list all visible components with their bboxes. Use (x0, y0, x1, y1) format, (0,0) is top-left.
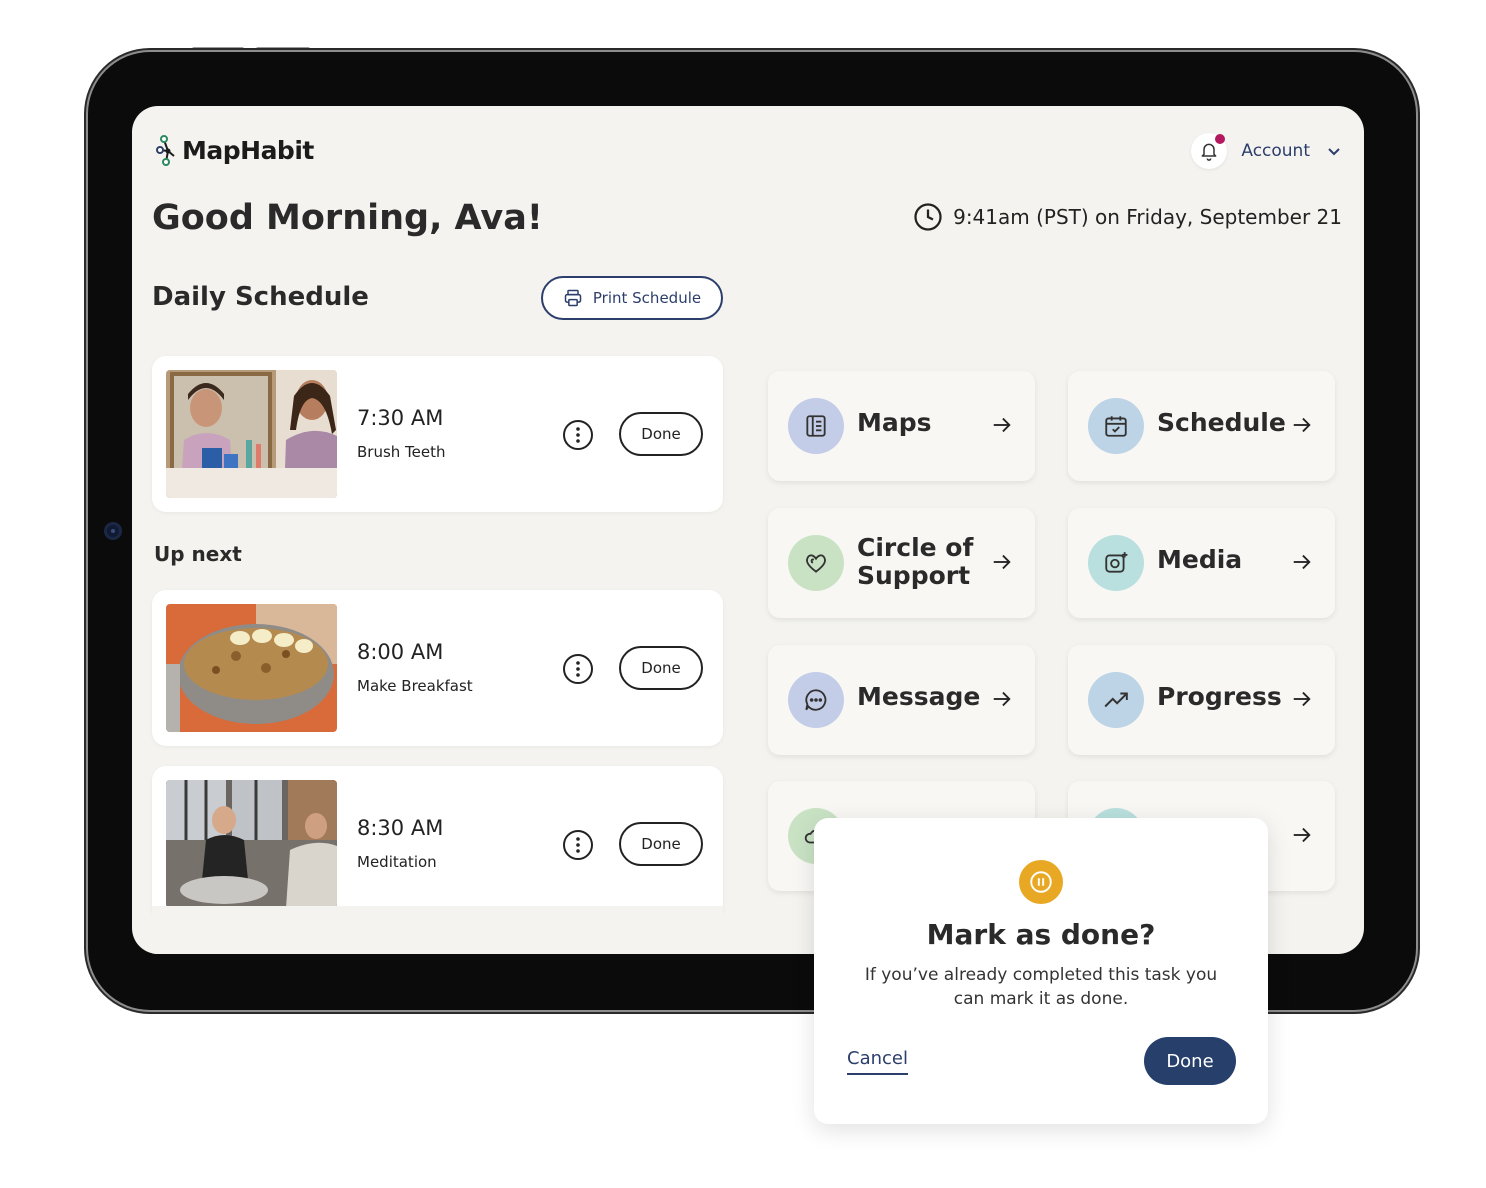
task-name: Brush Teeth (357, 443, 446, 461)
tile-label: Media (1157, 545, 1243, 574)
done-button[interactable]: Done (619, 822, 703, 866)
task-time: 8:30 AM (357, 816, 444, 840)
hearts-icon (788, 535, 844, 591)
task-photo-meditation (166, 780, 337, 908)
more-vertical-icon (576, 661, 580, 677)
greeting-title: Good Morning, Ava! (152, 198, 543, 238)
print-schedule-label: Print Schedule (592, 289, 702, 307)
arrow-right-icon (1293, 827, 1311, 843)
datetime-text: 9:41am (PST) on Friday, September 21 (953, 205, 1342, 229)
account-menu[interactable]: Account (1191, 133, 1342, 169)
book-icon (788, 398, 844, 454)
tile-message[interactable]: Message (768, 645, 1035, 755)
done-button[interactable]: Done (619, 412, 703, 456)
trend-up-icon (1088, 672, 1144, 728)
more-options-button[interactable] (563, 420, 593, 450)
bell-icon (1201, 143, 1217, 161)
task-card-brush-teeth[interactable]: 7:30 AM Brush Teeth Done (152, 356, 723, 512)
more-vertical-icon (576, 837, 580, 853)
arrow-right-icon (1293, 691, 1311, 707)
calendar-check-icon (1088, 398, 1144, 454)
task-card-make-breakfast[interactable]: 8:00 AM Make Breakfast Done (152, 590, 723, 746)
volume-up-button (192, 47, 244, 51)
cancel-button[interactable]: Cancel (847, 1048, 908, 1075)
volume-down-button (256, 47, 310, 51)
task-photo-brush-teeth (166, 370, 337, 498)
tile-progress[interactable]: Progress (1068, 645, 1335, 755)
task-name: Meditation (357, 853, 437, 871)
current-datetime: 9:41am (PST) on Friday, September 21 (913, 202, 1342, 232)
arrow-right-icon (993, 417, 1011, 433)
notifications-button[interactable] (1191, 133, 1228, 169)
task-card-meditation[interactable]: 8:30 AM Meditation Done (152, 766, 723, 922)
tile-label: Progress (1157, 682, 1282, 711)
tile-circle-of-support[interactable]: Circle of Support (768, 508, 1035, 618)
task-time: 8:00 AM (357, 640, 444, 664)
logo[interactable]: MapHabit (156, 134, 314, 166)
tile-label: Schedule (1157, 408, 1286, 437)
tile-schedule[interactable]: Schedule (1068, 371, 1335, 481)
notification-dot (1215, 134, 1226, 144)
task-photo-make-breakfast (166, 604, 337, 732)
printer-icon (564, 289, 582, 307)
more-vertical-icon (576, 427, 580, 443)
chat-icon (788, 672, 844, 728)
dialog-text: If you’ve already completed this task yo… (864, 965, 1218, 1009)
arrow-right-icon (993, 554, 1011, 570)
tile-media[interactable]: Media (1068, 508, 1335, 618)
tile-label: Circle of Support (857, 533, 974, 590)
account-label[interactable]: Account (1241, 141, 1310, 161)
more-options-button[interactable] (563, 830, 593, 860)
tile-label: Message (857, 682, 981, 711)
mark-done-dialog: Mark as done? If you’ve already complete… (814, 818, 1268, 1124)
confirm-done-button[interactable]: Done (1144, 1037, 1236, 1085)
daily-schedule-title: Daily Schedule (152, 282, 369, 312)
arrow-right-icon (1293, 417, 1311, 433)
camera-plus-icon (1088, 535, 1144, 591)
done-button[interactable]: Done (619, 646, 703, 690)
dialog-title: Mark as done? (926, 918, 1156, 951)
print-schedule-button[interactable]: Print Schedule (541, 276, 723, 320)
maphabit-logo-icon (156, 135, 175, 166)
arrow-right-icon (993, 691, 1011, 707)
task-name: Make Breakfast (357, 677, 473, 695)
task-time: 7:30 AM (357, 406, 444, 430)
tile-maps[interactable]: Maps (768, 371, 1035, 481)
pause-icon (1019, 860, 1063, 904)
tile-label: Maps (857, 408, 932, 437)
up-next-label: Up next (154, 542, 242, 566)
list-clip (152, 906, 723, 954)
arrow-right-icon (1293, 554, 1311, 570)
camera-icon (104, 522, 122, 540)
logo-text: MapHabit (182, 135, 314, 165)
more-options-button[interactable] (563, 654, 593, 684)
clock-icon (914, 203, 942, 231)
chevron-down-icon[interactable] (1326, 143, 1342, 159)
